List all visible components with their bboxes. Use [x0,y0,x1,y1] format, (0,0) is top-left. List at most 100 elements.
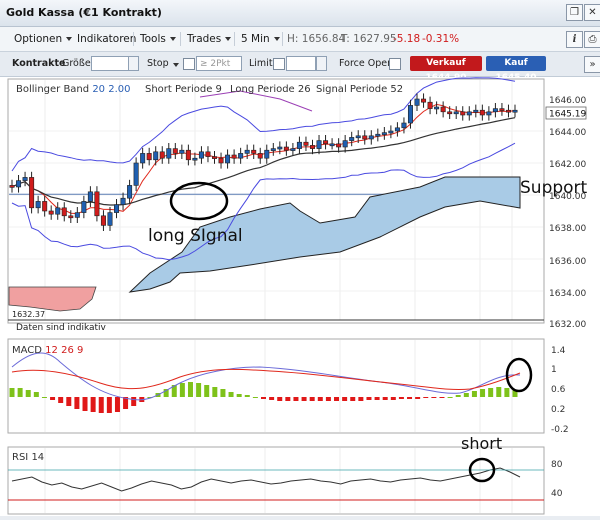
macd-bar-negative [50,397,56,400]
macd-bar-negative [317,397,323,401]
candle-bearish [427,101,433,109]
macd-bar-negative [366,397,372,400]
menu-trades[interactable]: Trades [187,33,232,45]
divider [133,32,134,46]
chevron-down-icon[interactable] [173,63,179,67]
candle-bullish [277,146,283,150]
candle-bearish [440,106,446,113]
candle-bearish [283,146,289,151]
candle-bearish [159,151,165,159]
sell-button[interactable]: Verkauf 1644.90 [410,56,482,83]
y-tick: 1634.00 [549,289,586,299]
macd-y-tick: 1 [551,365,557,375]
candle-bearish [447,111,453,115]
macd-label: MACD 12 26 9 [12,345,83,356]
size-input[interactable] [91,56,129,71]
macd-y-tick: 1.4 [551,346,566,356]
macd-bar-negative [261,397,266,399]
candle-bullish [342,140,348,148]
candle-bearish [251,149,257,154]
candle-bullish [244,149,250,154]
quote-high: H: 1656.84 [287,33,346,45]
print-icon[interactable]: ⎙ [584,31,600,48]
candle-bullish [166,148,172,159]
macd-bar-negative [90,397,96,412]
macd-bar-positive [463,393,469,397]
candle-bullish [473,109,479,113]
chart-area[interactable]: Bollinger Band 20 2.00 Short Periode 9 L… [0,77,600,516]
macd-bar-negative [82,397,88,411]
rsi-y-tick: 80 [551,460,563,470]
macd-bar-positive [252,397,258,398]
macd-bar-negative [301,397,307,401]
macd-bar-negative [407,397,413,399]
candle-bullish [133,162,139,186]
stop-input[interactable]: ≥ 2Pkt [196,56,242,71]
candle-bearish [48,210,54,215]
divider [234,32,235,46]
macd-y-tick: 0.2 [551,405,565,415]
candle-bearish [94,191,100,217]
candle-bullish [225,154,231,164]
candle-bullish [127,185,133,199]
candle-bullish [179,149,185,154]
legend-signal-periode: Signal Periode 52 [316,84,403,95]
macd-panel-frame [7,338,545,434]
expand-icon[interactable]: » [584,56,600,73]
candle-bullish [114,204,120,213]
buy-button[interactable]: Kauf 1645.40 [486,56,546,83]
candle-bearish [218,157,224,164]
chart-canvas[interactable]: Bollinger Band 20 2.00 Short Periode 9 L… [0,77,600,516]
macd-bar-negative [277,397,283,401]
chevron-down-icon [66,37,73,41]
candle-bullish [414,98,420,106]
limit-label: Limit [249,58,273,69]
y-tick: 1642.00 [549,160,586,170]
macd-bar-positive [228,392,234,397]
candle-bearish [499,108,505,111]
macd-bar-positive [17,388,23,397]
menu-tools[interactable]: Tools [140,33,176,45]
support-label: Support [520,178,588,198]
limit-input[interactable] [286,56,316,71]
menu-interval-label: 5 Min [241,33,270,45]
force-open-checkbox[interactable] [389,58,401,70]
menu-optionen[interactable]: Optionen [14,33,73,45]
contracts-label: Kontrakte [12,58,66,69]
macd-bar-positive [187,382,193,397]
candle-bullish [74,212,80,218]
macd-bar-positive [504,388,510,397]
menu-interval[interactable]: 5 Min [241,33,280,45]
macd-y-tick: -0.2 [551,425,569,435]
candle-bullish [466,111,472,116]
macd-bar-negative [423,397,429,398]
size-stepper[interactable] [128,56,139,71]
candle-bullish [388,130,394,134]
quote-change-pct: -0.31% [422,33,460,45]
macd-bar-negative [98,397,104,413]
stop-checkbox[interactable] [183,58,195,70]
macd-bar-negative [269,397,275,400]
close-icon[interactable]: ✕ [584,4,600,21]
force-open-label: Force Open [339,58,394,69]
macd-bar-negative [114,397,120,412]
info-icon[interactable]: i [566,31,583,48]
macd-bar-positive [496,387,502,397]
menu-indikatoren[interactable]: Indikatoren [77,33,136,45]
y-tick: 1632.00 [549,320,586,330]
macd-bar-positive [480,389,486,397]
candle-bullish [55,207,61,215]
candle-bearish [146,153,152,161]
macd-bar-negative [439,397,445,398]
limit-stepper[interactable] [316,56,327,71]
macd-bar-positive [244,395,250,397]
candle-bearish [362,135,368,140]
candle-bullish [375,133,381,137]
menu-indikatoren-label: Indikatoren [77,33,137,45]
restore-icon[interactable]: ❐ [566,4,583,21]
chevron-down-icon [169,37,176,41]
window-title: Gold Kassa (€1 Kontrakt) [6,6,162,19]
candle-bearish [336,143,342,148]
limit-checkbox[interactable] [273,58,285,70]
candle-bearish [460,111,466,116]
